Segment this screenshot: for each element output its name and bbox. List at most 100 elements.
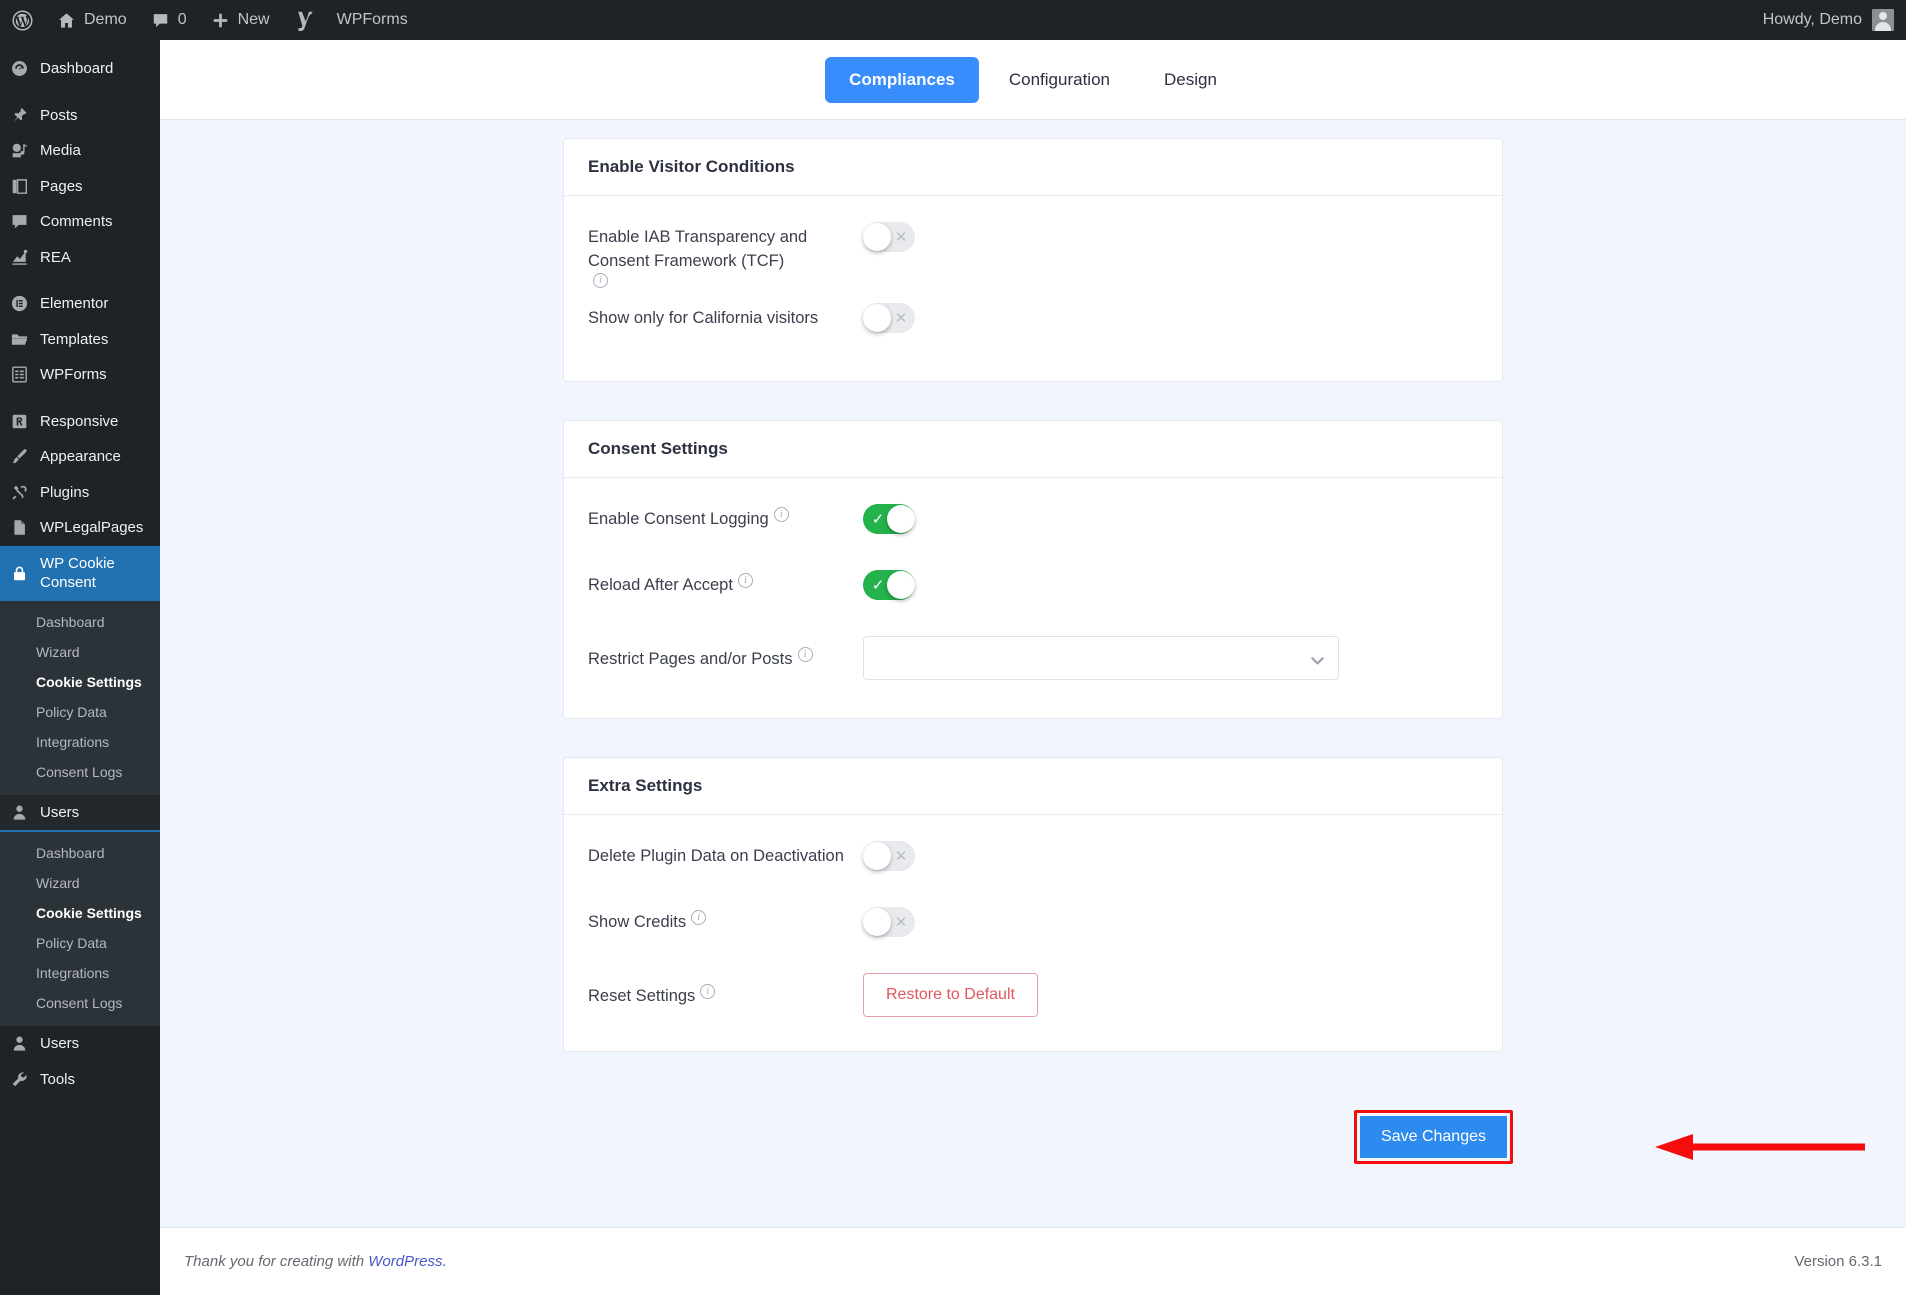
submenu-wp-cookie-consent: Dashboard Wizard Cookie Settings Policy … (0, 601, 160, 795)
restore-to-default-button[interactable]: Restore to Default (863, 973, 1038, 1017)
row-label: Reload After Accept i (588, 570, 863, 598)
sidebar-item-rea[interactable]: REA (0, 240, 160, 276)
user-icon (9, 803, 29, 822)
admin-sidebar: Dashboard Posts Media Pages Comments REA (0, 40, 160, 1295)
toggle-knob (863, 304, 891, 332)
sidebar-item-label: Comments (40, 212, 113, 232)
row-show-credits: Show Credits i ✕ (588, 907, 1478, 959)
row-california-visitors: Show only for California visitors ✕ (588, 303, 1478, 355)
info-icon[interactable]: i (774, 507, 789, 522)
wordpress-link[interactable]: WordPress. (368, 1253, 446, 1270)
row-reload-after-accept: Reload After Accept i ✓ (588, 570, 1478, 622)
page-icon (9, 518, 29, 537)
sidebar-item-pages[interactable]: Pages (0, 169, 160, 205)
sidebar-item-dashboard[interactable]: Dashboard (0, 51, 160, 87)
wordpress-logo-menu[interactable] (0, 0, 45, 40)
site-name-menu[interactable]: Demo (45, 0, 139, 40)
comments-count: 0 (178, 11, 187, 29)
sidebar-item-tools[interactable]: Tools (0, 1062, 160, 1098)
info-icon[interactable]: i (738, 573, 753, 588)
tab-compliances[interactable]: Compliances (825, 57, 979, 103)
new-content-menu[interactable]: New (199, 0, 282, 40)
card-body: Enable IAB Transparency and Consent Fram… (564, 196, 1502, 381)
sidebar-item-comments[interactable]: Comments (0, 204, 160, 240)
media-icon (9, 141, 29, 160)
brush-icon (9, 447, 29, 466)
sidebar-item-label: Users (40, 1034, 79, 1054)
info-icon[interactable]: i (593, 273, 608, 288)
row-label: Reset Settings i (588, 973, 863, 1009)
toggle-enable-iab-tcf[interactable]: ✕ (863, 222, 915, 252)
site-name-label: Demo (84, 11, 127, 29)
sidebar-item-label: Dashboard (40, 59, 113, 79)
sidebar-item-label: Posts (40, 106, 78, 126)
row-delete-plugin-data: Delete Plugin Data on Deactivation ✕ (588, 841, 1478, 893)
sidebar-item-appearance[interactable]: Appearance (0, 439, 160, 475)
sidebar-item-templates[interactable]: Templates (0, 322, 160, 358)
menu-gap-2 (0, 275, 160, 286)
submenu2-item-dashboard[interactable]: Dashboard (0, 838, 160, 868)
card-body: Enable Consent Logging i ✓ Reload After … (564, 478, 1502, 718)
sidebar-item-wplegalpages[interactable]: WPLegalPages (0, 510, 160, 546)
toggle-enable-consent-logging[interactable]: ✓ (863, 504, 915, 534)
sidebar-item-plugins[interactable]: Plugins (0, 475, 160, 511)
comment-icon (9, 212, 29, 231)
card-body: Delete Plugin Data on Deactivation ✕ Sho… (564, 815, 1502, 1051)
sidebar-item-users-header[interactable]: Users (0, 795, 160, 833)
sidebar-item-label: Plugins (40, 483, 89, 503)
wpforms-menu[interactable]: WPForms (325, 0, 420, 40)
sidebar-item-label: WPForms (40, 365, 107, 385)
toggle-delete-plugin-data[interactable]: ✕ (863, 841, 915, 871)
submenu-item-cookie-settings[interactable]: Cookie Settings (0, 667, 160, 697)
sidebar-item-label: WPLegalPages (40, 518, 143, 538)
submenu2-item-wizard[interactable]: Wizard (0, 868, 160, 898)
submenu-item-integrations[interactable]: Integrations (0, 727, 160, 757)
cross-icon: ✕ (889, 222, 913, 252)
account-menu[interactable]: Howdy, Demo (1763, 9, 1906, 31)
comments-menu[interactable]: 0 (139, 0, 199, 40)
row-label-text: Reset Settings (588, 985, 695, 1009)
sidebar-item-elementor[interactable]: Elementor (0, 286, 160, 322)
wrench-icon (9, 1070, 29, 1089)
toggle-knob (863, 908, 891, 936)
sidebar-item-label: Users (40, 803, 79, 823)
sidebar-item-posts[interactable]: Posts (0, 98, 160, 134)
submenu2-item-cookie-settings[interactable]: Cookie Settings (0, 898, 160, 928)
submenu2-item-policy-data[interactable]: Policy Data (0, 928, 160, 958)
submenu-item-wizard[interactable]: Wizard (0, 637, 160, 667)
admin-footer: Thank you for creating with WordPress. V… (160, 1227, 1906, 1295)
save-changes-button[interactable]: Save Changes (1360, 1116, 1507, 1158)
submenu-item-policy-data[interactable]: Policy Data (0, 697, 160, 727)
tab-design[interactable]: Design (1140, 57, 1241, 103)
yoast-icon (294, 10, 313, 31)
sidebar-item-users[interactable]: Users (0, 1026, 160, 1062)
yoast-menu[interactable] (282, 0, 325, 40)
sidebar-item-wpforms[interactable]: WPForms (0, 357, 160, 393)
annotation-arrow-icon (1647, 1134, 1867, 1160)
chevron-down-icon (1311, 653, 1324, 662)
row-restrict-pages-posts: Restrict Pages and/or Posts i (588, 636, 1478, 692)
menu-gap-3 (0, 393, 160, 404)
tab-configuration[interactable]: Configuration (985, 57, 1134, 103)
submenu2-item-consent-logs[interactable]: Consent Logs (0, 988, 160, 1018)
info-icon[interactable]: i (700, 984, 715, 999)
submenu-item-consent-logs[interactable]: Consent Logs (0, 757, 160, 787)
pages-icon (9, 177, 29, 196)
toggle-reload-after-accept[interactable]: ✓ (863, 570, 915, 600)
row-label: Show only for California visitors (588, 303, 863, 331)
sidebar-item-responsive[interactable]: Responsive (0, 404, 160, 440)
sidebar-item-wp-cookie-consent[interactable]: WP Cookie Consent (0, 546, 160, 601)
pin-icon (9, 106, 29, 125)
restrict-pages-posts-select[interactable] (863, 636, 1339, 680)
info-icon[interactable]: i (798, 647, 813, 662)
info-icon[interactable]: i (691, 910, 706, 925)
sidebar-item-media[interactable]: Media (0, 133, 160, 169)
row-enable-iab-tcf: Enable IAB Transparency and Consent Fram… (588, 222, 1478, 289)
submenu2-item-integrations[interactable]: Integrations (0, 958, 160, 988)
save-area: Save Changes (563, 1090, 1503, 1210)
sidebar-item-label: Media (40, 141, 81, 161)
submenu-item-dashboard[interactable]: Dashboard (0, 607, 160, 637)
toggle-california-visitors[interactable]: ✕ (863, 303, 915, 333)
toggle-show-credits[interactable]: ✕ (863, 907, 915, 937)
howdy-label: Howdy, Demo (1763, 11, 1862, 29)
